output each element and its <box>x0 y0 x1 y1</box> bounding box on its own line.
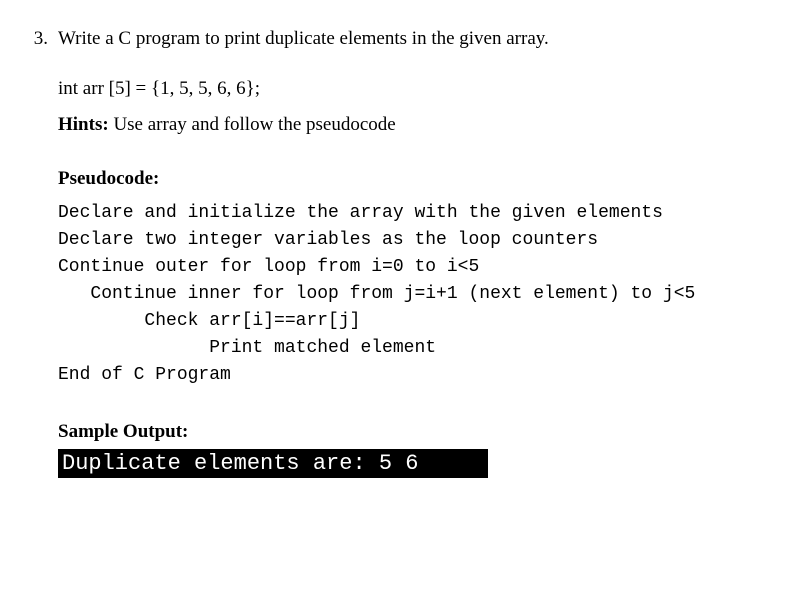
hints-label: Hints: <box>58 114 109 135</box>
pseudocode-heading: Pseudocode: <box>58 168 745 190</box>
question-text: Write a C program to print duplicate ele… <box>58 28 549 50</box>
array-declaration: int arr [5] = {1, 5, 5, 6, 6}; <box>58 78 745 100</box>
content-block: int arr [5] = {1, 5, 5, 6, 6}; Hints: Us… <box>58 78 745 478</box>
pseudocode-body: Declare and initialize the array with th… <box>58 200 745 389</box>
hints-line: Hints: Use array and follow the pseudoco… <box>58 114 745 136</box>
terminal-output: Duplicate elements are: 5 6 <box>58 449 488 478</box>
question-row: 3. Write a C program to print duplicate … <box>28 28 745 64</box>
hints-text: Use array and follow the pseudocode <box>109 114 396 135</box>
sample-output-heading: Sample Output: <box>58 421 745 443</box>
question-number: 3. <box>28 28 58 50</box>
